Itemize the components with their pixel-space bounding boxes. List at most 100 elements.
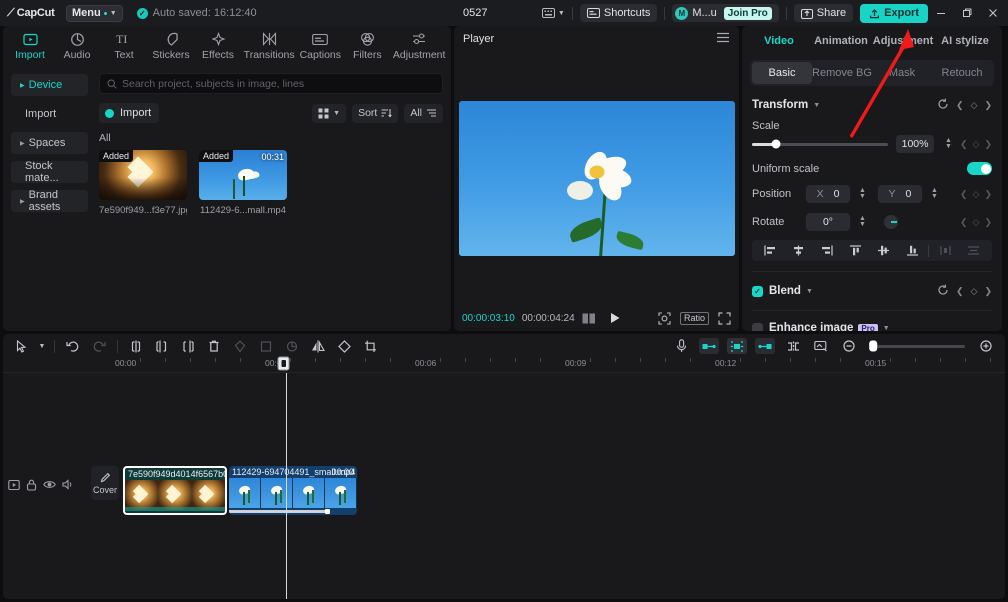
timeline-clip[interactable]: 7e590f949d4014f6567b0acc bbox=[123, 466, 227, 515]
tab-stickers[interactable]: Stickers bbox=[148, 27, 194, 65]
focus-button[interactable] bbox=[658, 311, 671, 325]
tab-filters[interactable]: Filters bbox=[344, 27, 390, 65]
align-left-button[interactable] bbox=[756, 245, 784, 256]
timeline-zoom-slider[interactable] bbox=[869, 340, 965, 352]
maximize-button[interactable] bbox=[954, 0, 980, 26]
minimize-button[interactable] bbox=[928, 0, 954, 26]
chevron-down-icon[interactable]: ▼ bbox=[813, 102, 820, 109]
crop-button[interactable] bbox=[357, 335, 383, 357]
position-x-input[interactable]: X 0 bbox=[806, 185, 850, 203]
share-button[interactable]: Share bbox=[793, 4, 854, 22]
keyframe-prev-button[interactable]: ❮ bbox=[956, 286, 964, 297]
freeze-button[interactable] bbox=[253, 335, 279, 357]
rotate-dial[interactable] bbox=[883, 215, 898, 229]
sidebar-item-spaces[interactable]: ▶ Spaces bbox=[11, 132, 88, 154]
search-box[interactable] bbox=[99, 73, 443, 94]
frames-button[interactable] bbox=[582, 313, 596, 324]
keyframe-prev-button[interactable]: ❮ bbox=[956, 100, 964, 111]
delete-button[interactable] bbox=[201, 335, 227, 357]
sort-button[interactable]: Sort bbox=[352, 103, 399, 123]
position-y-stepper[interactable]: ▲ ▼ bbox=[931, 187, 938, 200]
split-button[interactable] bbox=[123, 335, 149, 357]
subtab-basic[interactable]: Basic bbox=[752, 62, 812, 84]
subtab-retouch[interactable]: Retouch bbox=[932, 62, 992, 84]
keyframe-add-icon[interactable]: ◇ bbox=[973, 189, 980, 200]
cover-settings-button[interactable] bbox=[808, 335, 834, 357]
select-tool-dropdown[interactable]: ▼ bbox=[35, 335, 49, 357]
keyframe-add-icon[interactable]: ◇ bbox=[973, 217, 980, 228]
tab-audio[interactable]: Audio bbox=[54, 27, 100, 65]
eye-icon[interactable] bbox=[43, 479, 56, 494]
chevron-down-icon[interactable]: ▼ bbox=[883, 325, 890, 332]
import-media-button[interactable]: Import bbox=[99, 103, 160, 123]
shortcuts-button[interactable]: Shortcuts bbox=[579, 4, 658, 22]
enhance-checkbox[interactable]: ✓ bbox=[752, 322, 763, 331]
keyframe-add-button[interactable]: ◇ bbox=[971, 100, 978, 111]
timeline-ruler[interactable]: 00:00 00:03 00:06 00:09 00:12 00:15 bbox=[3, 358, 1005, 373]
speaker-icon[interactable] bbox=[62, 479, 75, 494]
cover-button[interactable]: Cover bbox=[91, 466, 119, 500]
chevron-down-icon[interactable]: ▼ bbox=[806, 288, 813, 295]
align-middle-button[interactable] bbox=[870, 245, 898, 256]
rotate-stepper[interactable]: ▲ ▼ bbox=[859, 215, 866, 228]
reverse-button[interactable] bbox=[279, 335, 305, 357]
grid-view-button[interactable]: ▼ bbox=[312, 103, 347, 123]
ratio-button[interactable]: Ratio bbox=[679, 311, 709, 325]
track-type-icon[interactable] bbox=[8, 479, 20, 494]
tab-text[interactable]: TI Text bbox=[101, 27, 147, 65]
position-y-input[interactable]: Y 0 bbox=[877, 185, 922, 203]
playhead[interactable] bbox=[286, 373, 287, 599]
align-top-button[interactable] bbox=[841, 245, 869, 256]
play-button[interactable] bbox=[609, 312, 621, 324]
keyframe-next-icon[interactable]: ❯ bbox=[984, 189, 992, 200]
media-item[interactable]: Added 7e590f949...f3e77.jpg bbox=[99, 150, 187, 216]
filter-all-button[interactable]: All bbox=[404, 103, 443, 123]
align-right-button[interactable] bbox=[813, 245, 841, 256]
keyframe-next-icon[interactable]: ❯ bbox=[984, 139, 992, 150]
scale-stepper[interactable]: ▲ ▼ bbox=[945, 137, 952, 150]
keyframe-add-button[interactable]: ◇ bbox=[971, 286, 978, 297]
trim-right-button[interactable] bbox=[175, 335, 201, 357]
menu-button[interactable]: Menu ▼ bbox=[66, 4, 123, 22]
keyframe-next-icon[interactable]: ❯ bbox=[984, 217, 992, 228]
lock-icon[interactable] bbox=[26, 479, 37, 494]
distribute-vertical-button[interactable] bbox=[960, 245, 988, 256]
keyframe-both-button[interactable] bbox=[727, 338, 747, 354]
reset-button[interactable] bbox=[937, 284, 949, 299]
tab-import[interactable]: Import bbox=[7, 27, 53, 65]
tab-ai-stylize[interactable]: AI stylize bbox=[934, 35, 996, 47]
sidebar-item-brand-assets[interactable]: ▶ Brand assets bbox=[11, 189, 88, 213]
undo-button[interactable] bbox=[60, 335, 86, 357]
keyframe-next-button[interactable]: ❯ bbox=[984, 286, 992, 297]
uniform-scale-toggle[interactable] bbox=[967, 162, 992, 175]
account-button[interactable]: M M...u Join Pro bbox=[672, 4, 779, 22]
keyframe-prev-icon[interactable]: ❮ bbox=[960, 139, 968, 150]
reset-button[interactable] bbox=[937, 98, 949, 113]
rotate-button[interactable] bbox=[331, 335, 357, 357]
distribute-horizontal-button[interactable] bbox=[931, 245, 959, 256]
player-menu-button[interactable] bbox=[716, 32, 730, 46]
zoom-in-button[interactable] bbox=[973, 335, 999, 357]
mirror-button[interactable] bbox=[305, 335, 331, 357]
tab-adjustment[interactable]: Adjustment bbox=[872, 35, 934, 47]
mask-button[interactable] bbox=[227, 335, 253, 357]
keyframe-prev-icon[interactable]: ❮ bbox=[960, 217, 968, 228]
join-pro-badge[interactable]: Join Pro bbox=[723, 6, 772, 20]
subtab-remove-bg[interactable]: Remove BG bbox=[812, 62, 872, 84]
keyframe-right-button[interactable] bbox=[755, 338, 775, 354]
timeline-clip[interactable]: 112429-694704491_small.mp4 00:00 bbox=[229, 466, 357, 515]
keyframe-left-button[interactable] bbox=[699, 338, 719, 354]
tab-effects[interactable]: Effects bbox=[195, 27, 241, 65]
tab-transitions[interactable]: Transitions bbox=[242, 27, 296, 65]
tab-adjustment[interactable]: Adjustment bbox=[391, 27, 447, 65]
sidebar-item-stock-materials[interactable]: Stock mate... bbox=[11, 160, 88, 184]
search-input[interactable] bbox=[122, 77, 435, 90]
keyboard-layout-button[interactable]: ▼ bbox=[541, 8, 565, 18]
blend-checkbox[interactable]: ✓ bbox=[752, 285, 763, 297]
media-item[interactable]: Added 00:31 112429-6...mall.mp4 bbox=[199, 150, 287, 216]
sidebar-item-device[interactable]: ▶ Device bbox=[11, 74, 88, 96]
sidebar-item-import[interactable]: Import bbox=[11, 103, 88, 125]
tab-video[interactable]: Video bbox=[748, 35, 810, 47]
scale-slider[interactable] bbox=[752, 139, 889, 149]
trim-left-button[interactable] bbox=[149, 335, 175, 357]
